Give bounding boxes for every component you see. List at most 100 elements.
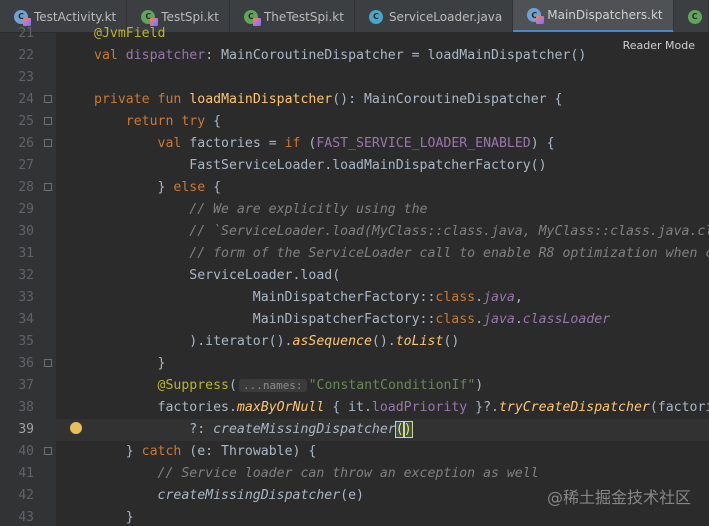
fold-marker-icon[interactable]	[40, 117, 56, 125]
code-text: )	[475, 377, 484, 393]
line-number: 42	[18, 487, 34, 503]
constant-name: FAST_SERVICE_LOADER_ENABLED	[316, 135, 531, 151]
line-number: 22	[18, 47, 34, 63]
line-number: 40	[18, 443, 34, 459]
code-line: 33 MainDispatcherFactory::class.java,	[0, 286, 709, 308]
line-number: 31	[18, 245, 34, 261]
line-number: 28	[18, 179, 34, 195]
code-line: 22 val dispatcher: MainCoroutineDispatch…	[0, 44, 709, 66]
keyword: class	[435, 311, 476, 327]
extension-function: asSequence	[292, 333, 372, 349]
code-line: 38 factories.maxByOrNull { it.loadPriori…	[0, 396, 709, 418]
matched-paren: (	[394, 420, 405, 438]
code-line: 36 }	[0, 352, 709, 374]
code-text: }	[125, 509, 134, 525]
code-text: ,	[514, 289, 523, 305]
code-text: {	[205, 113, 222, 129]
matched-paren: )	[402, 420, 413, 438]
code-line: 21 @JvmField	[0, 22, 709, 44]
extension-function: toList	[395, 333, 444, 349]
comment: // Service loader can throw an exception…	[157, 465, 539, 481]
code-line: 35 ).iterator().asSequence().toList()	[0, 330, 709, 352]
property-name: dispatcher	[125, 47, 206, 63]
reader-mode-button[interactable]: Reader Mode	[620, 38, 697, 53]
keyword: else	[173, 179, 206, 195]
code-line: 34 MainDispatcherFactory::class.java.cla…	[0, 308, 709, 330]
comment: // We are explicitly using the	[189, 201, 428, 217]
code-text: : MainCoroutineDispatcher = loadMainDisp…	[205, 47, 587, 63]
line-number: 25	[18, 113, 34, 129]
code-text: ).iterator().	[189, 333, 293, 349]
code-text: }	[157, 355, 166, 371]
fold-marker-icon[interactable]	[40, 95, 56, 103]
keyword: val	[94, 47, 118, 63]
code-line: 31 // form of the ServiceLoader call to …	[0, 242, 709, 264]
code-text: (factorie	[649, 399, 709, 415]
line-number: 38	[18, 399, 34, 415]
fold-marker-icon[interactable]	[40, 139, 56, 147]
code-text: ()	[443, 333, 460, 349]
code-text: (e)	[340, 487, 364, 503]
tab-label: MainDispatchers.kt	[547, 8, 663, 22]
function-call: createMissingDispatcher	[213, 421, 396, 437]
line-number: 43	[18, 509, 34, 525]
keyword: if	[284, 135, 301, 151]
property-name: java	[483, 289, 515, 305]
property-name: java	[483, 311, 515, 327]
code-text: MainDispatcherFactory::	[252, 289, 436, 305]
extension-function: tryCreateDispatcher	[498, 399, 650, 415]
code-text: { it.	[324, 399, 372, 415]
line-number: 30	[18, 223, 34, 239]
code-line: 28 } else {	[0, 176, 709, 198]
keyword: val	[157, 135, 182, 151]
code-text: (e: Throwable) {	[181, 443, 317, 459]
comment: // `ServiceLoader.load(MyClass::class.ja…	[189, 223, 709, 239]
code-line: 40 } catch (e: Throwable) {	[0, 440, 709, 462]
keyword: fun	[157, 91, 182, 107]
code-text: (	[300, 135, 317, 151]
code-line: 23	[0, 66, 709, 88]
code-text: .	[475, 289, 484, 305]
code-text: MainDispatcherFactory::	[252, 311, 436, 327]
line-number: 27	[18, 157, 34, 173]
code-line: 32 ServiceLoader.load(	[0, 264, 709, 286]
code-line: 37 @Suppress(...names: "ConstantCondition…	[0, 374, 709, 396]
code-line: 30 // `ServiceLoader.load(MyClass::class…	[0, 220, 709, 242]
code-text: ().	[371, 333, 396, 349]
keyword: catch	[141, 443, 182, 459]
property-name: loadPriority	[371, 399, 468, 415]
line-number: 35	[18, 333, 34, 349]
property-name: classLoader	[522, 311, 611, 327]
line-number: 29	[18, 201, 34, 217]
code-text: ) {	[530, 135, 555, 151]
code-line: 24 private fun loadMainDispatcher(): Mai…	[0, 88, 709, 110]
keyword: class	[435, 289, 476, 305]
code-text: .	[475, 311, 484, 327]
code-line: 26 val factories = if (FAST_SERVICE_LOAD…	[0, 132, 709, 154]
fold-marker-icon[interactable]	[40, 447, 56, 455]
annotation: @JvmField	[94, 25, 166, 41]
keyword: return try	[125, 113, 206, 129]
parameter-hint: ...names:	[238, 378, 307, 392]
code-line: 39 ?: createMissingDispatcher()	[0, 418, 709, 440]
keyword: private	[94, 91, 150, 107]
function-call: createMissingDispatcher	[157, 487, 341, 503]
watermark: @稀土掘金技术社区	[546, 488, 691, 507]
code-text: (	[229, 377, 237, 393]
code-text: .	[514, 311, 523, 327]
code-text: (): MainCoroutineDispatcher {	[332, 91, 563, 107]
kotlin-file-icon: C	[527, 8, 545, 24]
code-text: }	[125, 443, 142, 459]
code-text: }	[157, 179, 174, 195]
code-text: ?:	[189, 421, 214, 437]
code-line: 25 return try {	[0, 110, 709, 132]
line-number: 33	[18, 289, 34, 305]
fold-marker-icon[interactable]	[40, 183, 56, 191]
comment: // form of the ServiceLoader call to ena…	[189, 245, 709, 261]
line-number: 26	[18, 135, 34, 151]
line-number: 21	[18, 25, 34, 41]
lightbulb-icon[interactable]	[70, 422, 82, 434]
fold-marker-icon[interactable]	[40, 359, 56, 367]
line-number: 24	[18, 91, 34, 107]
code-line: 27 FastServiceLoader.loadMainDispatcherF…	[0, 154, 709, 176]
